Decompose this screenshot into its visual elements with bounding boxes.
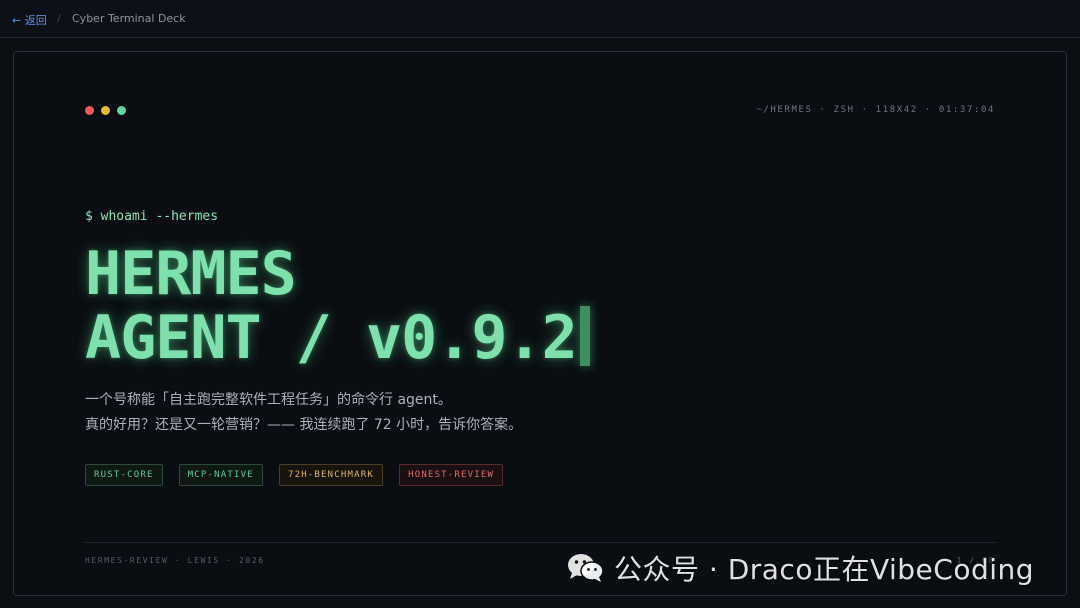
close-dot-icon (85, 106, 94, 115)
tag-honest-review: HONEST-REVIEW (399, 464, 504, 486)
breadcrumb-separator: / (57, 12, 61, 25)
terminal-slide: ~/HERMES · ZSH · 118X42 · 01:37:04 $ who… (13, 51, 1067, 596)
hero-description: 一个号称能「自主跑完整软件工程任务」的命令行 agent。 真的好用？还是又一轮… (85, 388, 522, 438)
footer-credit: HERMES-REVIEW · LEWIS · 2026 (85, 556, 265, 565)
terminal-status-line: ~/HERMES · ZSH · 118X42 · 01:37:04 (756, 105, 995, 115)
watermark-text: 公众号 · Draco正在VibeCoding (614, 553, 1035, 586)
tag-72h-benchmark: 72H-BENCHMARK (278, 464, 383, 486)
command-prompt: $ whoami --hermes (85, 209, 219, 224)
breadcrumb: Cyber Terminal Deck (72, 12, 186, 25)
tag-rust-core: RUST-CORE (85, 464, 163, 486)
hero-title: HERMES AGENT / v0.9.2 (85, 242, 590, 370)
maximize-dot-icon (117, 106, 126, 115)
tag-list: RUST-CORE MCP-NATIVE 72H-BENCHMARK HONES… (85, 462, 514, 486)
hero-title-line-1: HERMES (85, 239, 297, 309)
text-cursor-icon (579, 306, 590, 366)
watermark: 公众号 · Draco正在VibeCoding (566, 548, 1034, 588)
back-link[interactable]: ← 返回 (12, 12, 47, 28)
top-bar: ← 返回 / Cyber Terminal Deck (0, 0, 1080, 38)
description-line-2: 真的好用？还是又一轮营销？—— 我连续跑了 72 小时，告诉你答案。 (85, 417, 523, 433)
hero-title-line-2-wrap: AGENT / v0.9.2 (85, 306, 590, 370)
minimize-dot-icon (101, 106, 110, 115)
wechat-icon (566, 552, 606, 584)
description-line-1: 一个号称能「自主跑完整软件工程任务」的命令行 agent。 (85, 392, 452, 408)
tag-mcp-native: MCP-NATIVE (178, 464, 263, 486)
hero-title-line-2: AGENT / v0.9.2 (85, 303, 578, 373)
footer-divider (85, 542, 997, 543)
